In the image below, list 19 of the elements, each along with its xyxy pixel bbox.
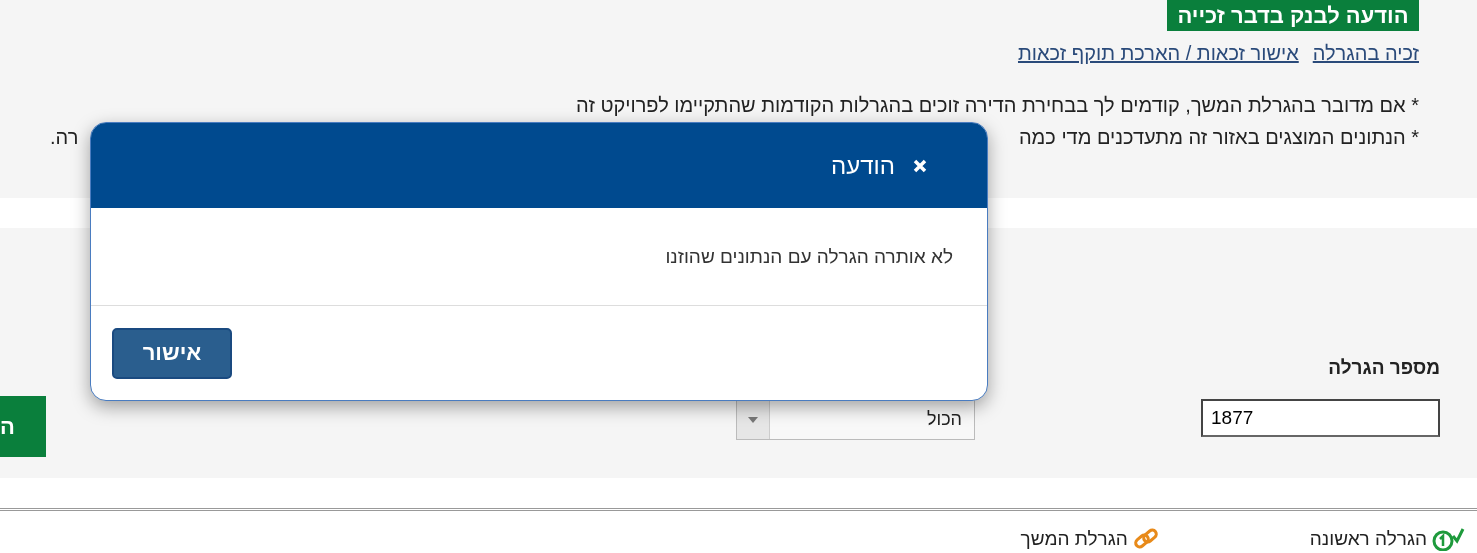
link[interactable]: אישור זכאות / הארכת תוקף זכאות	[1018, 42, 1299, 65]
legend-label: הגרלה ראשונה	[1309, 528, 1427, 550]
close-icon[interactable]	[913, 158, 927, 173]
bank-notice-button[interactable]: הודעה לבנק בדבר זכייה	[1167, 0, 1419, 31]
note-text: * אם מדובר בהגרלת המשך, קודמים לך בבחירת הדירה זוכים בהגרלות הקודמות שהתקיימו לפרויקט זה	[576, 93, 1419, 117]
dropdown-field[interactable]: הכול	[736, 399, 975, 440]
check-circle-icon	[1431, 527, 1465, 551]
legend-label: הגרלת המשך	[1020, 528, 1128, 550]
dialog-title: הודעה	[831, 151, 895, 180]
note-text: רה.	[50, 125, 79, 149]
search-button[interactable]: ה	[0, 396, 46, 457]
field-label: מספר הגרלה	[1327, 357, 1440, 379]
dialog-message: לא אותרה הגרלה עם הנתונים שהוזנו	[665, 245, 953, 268]
lottery-number-field[interactable]: 1877	[1201, 399, 1440, 437]
caret-icon	[748, 416, 758, 423]
confirm-button[interactable]: אישור	[112, 327, 232, 379]
link[interactable]: זכיה בהגרלה	[1312, 42, 1419, 65]
chain-link-icon	[1131, 527, 1160, 551]
note-text: * הנתונים המוצגים באזור זה מתעדכנים מדי כמה	[1018, 125, 1419, 149]
